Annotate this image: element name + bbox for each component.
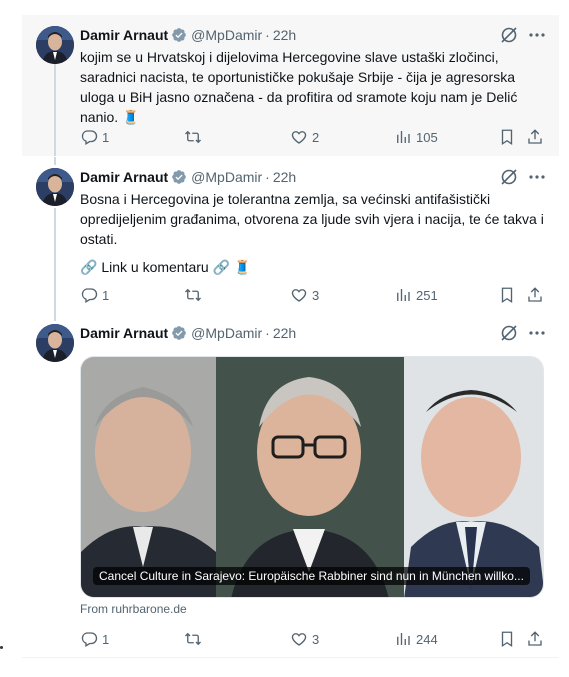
verified-badge-icon[interactable]	[171, 27, 187, 43]
share-button[interactable]	[526, 285, 548, 305]
tweet-time[interactable]: 22h	[273, 27, 296, 43]
views-count: 251	[416, 287, 438, 303]
reply-button[interactable]: 1	[80, 629, 109, 649]
repost-button[interactable]	[184, 285, 206, 305]
more-icon[interactable]	[527, 167, 547, 187]
thread-line	[54, 64, 56, 156]
tweet-time[interactable]: 22h	[273, 325, 296, 341]
author-handle[interactable]: @MpDamir	[191, 169, 262, 185]
bookmark-icon	[501, 129, 513, 146]
like-count: 3	[312, 287, 320, 303]
separator-dot: ·	[265, 169, 270, 185]
verified-badge-icon[interactable]	[171, 325, 187, 341]
bookmark-button[interactable]	[498, 629, 520, 649]
reply-button[interactable]: 1	[80, 285, 109, 305]
reply-button[interactable]: 1	[80, 127, 109, 147]
link-card-image	[81, 357, 543, 597]
more-icon[interactable]	[527, 323, 547, 343]
tweet-actions: 1 2 105	[80, 127, 550, 147]
reply-count: 1	[102, 631, 110, 647]
like-count: 2	[312, 129, 320, 145]
tweet-link-line: 🔗 Link u komentaru 🔗 🧵	[80, 259, 252, 275]
avatar[interactable]	[36, 26, 74, 64]
repost-button[interactable]	[184, 629, 206, 649]
bookmark-icon	[501, 287, 513, 304]
reply-icon	[81, 130, 98, 145]
bookmark-button[interactable]	[498, 127, 520, 147]
views-icon	[397, 289, 410, 301]
tweet[interactable]: Damir Arnaut @MpDamir · 22h kojim se u H…	[22, 15, 559, 156]
author-handle[interactable]: @MpDamir	[191, 27, 262, 43]
grok-icon[interactable]	[499, 25, 519, 45]
verified-badge-icon[interactable]	[171, 169, 187, 185]
avatar[interactable]	[36, 168, 74, 206]
thread-line	[54, 157, 56, 165]
grok-icon[interactable]	[499, 323, 519, 343]
tweet[interactable]: Damir Arnaut @MpDamir · 22h Bosna i Herc…	[22, 157, 559, 313]
separator-dot: ·	[265, 325, 270, 341]
tweet-header: Damir Arnaut @MpDamir · 22h	[80, 26, 296, 44]
link-card-source[interactable]: From ruhrbarone.de	[80, 602, 187, 616]
like-button[interactable]: 2	[290, 127, 319, 147]
tweet-header: Damir Arnaut @MpDamir · 22h	[80, 168, 296, 186]
tweet-text: kojim se u Hrvatskoj i dijelovima Herceg…	[80, 49, 518, 125]
author-name[interactable]: Damir Arnaut	[80, 325, 168, 341]
like-icon	[291, 633, 307, 646]
views-count: 244	[416, 631, 438, 647]
avatar[interactable]	[36, 324, 74, 362]
tweet-actions: 1 3 251	[80, 285, 550, 305]
like-icon	[291, 289, 307, 302]
bullet-dot	[0, 646, 3, 649]
more-icon[interactable]	[527, 25, 547, 45]
views-button[interactable]: 105	[394, 127, 438, 147]
tweet-header: Damir Arnaut @MpDamir · 22h	[80, 324, 296, 342]
tweet-actions: 1 3 244	[80, 629, 550, 649]
views-count: 105	[416, 129, 438, 145]
share-icon	[528, 631, 542, 646]
bookmark-button[interactable]	[498, 285, 520, 305]
views-button[interactable]: 251	[394, 285, 438, 305]
like-button[interactable]: 3	[290, 285, 319, 305]
author-name[interactable]: Damir Arnaut	[80, 27, 168, 43]
like-icon	[291, 131, 307, 144]
repost-icon	[185, 288, 201, 302]
share-icon	[528, 287, 542, 302]
reply-icon	[81, 288, 98, 303]
bookmark-icon	[501, 631, 513, 648]
views-button[interactable]: 244	[394, 629, 438, 649]
share-icon	[528, 129, 542, 144]
thread-line	[54, 208, 56, 313]
share-button[interactable]	[526, 629, 548, 649]
repost-button[interactable]	[184, 127, 206, 147]
link-card-title: Cancel Culture in Sarajevo: Europäische …	[93, 567, 530, 585]
link-card[interactable]: Cancel Culture in Sarajevo: Europäische …	[80, 356, 544, 598]
tweet-time[interactable]: 22h	[273, 169, 296, 185]
separator-dot: ·	[265, 27, 270, 43]
repost-icon	[185, 632, 201, 646]
author-name[interactable]: Damir Arnaut	[80, 169, 168, 185]
views-icon	[397, 131, 410, 143]
timeline-feed: Damir Arnaut @MpDamir · 22h kojim se u H…	[22, 0, 559, 677]
tweet-divider	[22, 657, 559, 658]
views-icon	[397, 633, 410, 645]
thread-line	[54, 313, 56, 321]
tweet-text: Bosna i Hercegovina je tolerantna zemlja…	[80, 191, 544, 247]
reply-count: 1	[102, 129, 110, 145]
author-handle[interactable]: @MpDamir	[191, 325, 262, 341]
like-button[interactable]: 3	[290, 629, 319, 649]
share-button[interactable]	[526, 127, 548, 147]
grok-icon[interactable]	[499, 167, 519, 187]
repost-icon	[185, 130, 201, 144]
tweet[interactable]: Damir Arnaut @MpDamir · 22h Cancel Cultu…	[22, 313, 559, 658]
like-count: 3	[312, 631, 320, 647]
reply-count: 1	[102, 287, 110, 303]
reply-icon	[81, 632, 98, 647]
